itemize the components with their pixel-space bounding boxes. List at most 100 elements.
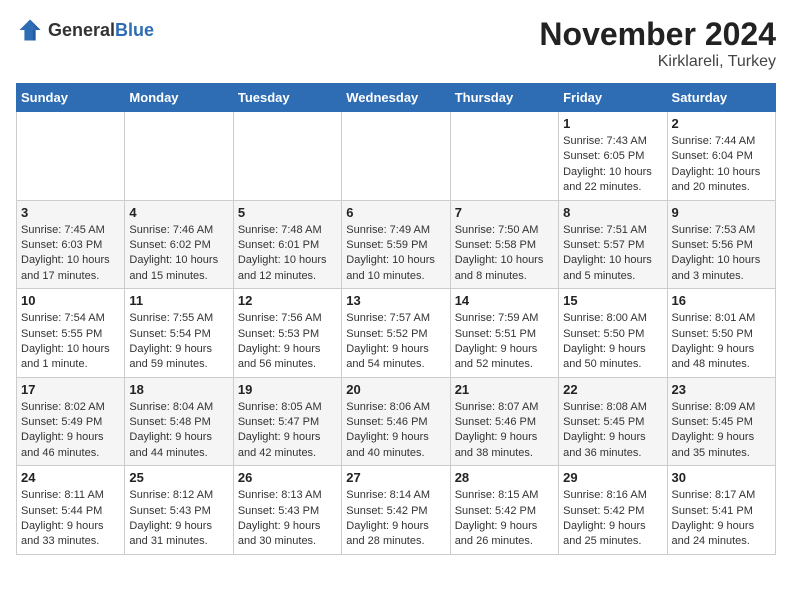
day-number: 7 — [455, 205, 554, 220]
day-info: Sunrise: 7:44 AMSunset: 6:04 PMDaylight:… — [672, 134, 771, 196]
day-number: 25 — [129, 470, 228, 485]
day-info: Sunrise: 8:08 AMSunset: 5:45 PMDaylight:… — [563, 400, 662, 462]
weekday-header: Thursday — [450, 84, 558, 112]
day-info: Sunrise: 7:54 AMSunset: 5:55 PMDaylight:… — [21, 311, 120, 373]
calendar-week-row: 3 Sunrise: 7:45 AMSunset: 6:03 PMDaylight… — [17, 200, 776, 289]
day-info: Sunrise: 7:56 AMSunset: 5:53 PMDaylight:… — [238, 311, 337, 373]
day-number: 11 — [129, 293, 228, 308]
day-number: 4 — [129, 205, 228, 220]
day-info: Sunrise: 8:00 AMSunset: 5:50 PMDaylight:… — [563, 311, 662, 373]
day-number: 8 — [563, 205, 662, 220]
calendar-cell: 10Sunrise: 7:54 AMSunset: 5:55 PMDayligh… — [17, 289, 125, 378]
day-number: 1 — [563, 116, 662, 131]
day-number: 23 — [672, 382, 771, 397]
day-number: 9 — [672, 205, 771, 220]
calendar-cell: 19 Sunrise: 8:05 AMSunset: 5:47 PMDayligh… — [233, 377, 341, 466]
day-info: Sunrise: 8:05 AMSunset: 5:47 PMDaylight:… — [238, 400, 337, 462]
calendar-cell — [233, 112, 341, 201]
calendar-week-row: 24 Sunrise: 8:11 AMSunset: 5:44 PMDayligh… — [17, 466, 776, 555]
calendar-cell: 9 Sunrise: 7:53 AMSunset: 5:56 PMDaylight… — [667, 200, 775, 289]
calendar-cell: 11 Sunrise: 7:55 AMSunset: 5:54 PMDayligh… — [125, 289, 233, 378]
calendar-cell: 25 Sunrise: 8:12 AMSunset: 5:43 PMDayligh… — [125, 466, 233, 555]
day-info: Sunrise: 8:06 AMSunset: 5:46 PMDaylight:… — [346, 400, 445, 462]
day-number: 16 — [672, 293, 771, 308]
logo-icon — [16, 16, 44, 44]
weekday-header: Friday — [559, 84, 667, 112]
day-number: 18 — [129, 382, 228, 397]
calendar-table: SundayMondayTuesdayWednesdayThursdayFrid… — [16, 83, 776, 555]
calendar-week-row: 17 Sunrise: 8:02 AMSunset: 5:49 PMDayligh… — [17, 377, 776, 466]
day-info: Sunrise: 8:16 AMSunset: 5:42 PMDaylight:… — [563, 488, 662, 550]
calendar-cell — [17, 112, 125, 201]
weekday-header: Wednesday — [342, 84, 450, 112]
calendar-cell: 22Sunrise: 8:08 AMSunset: 5:45 PMDayligh… — [559, 377, 667, 466]
day-info: Sunrise: 8:02 AMSunset: 5:49 PMDaylight:… — [21, 400, 120, 462]
title-block: November 2024 Kirklareli, Turkey — [539, 16, 776, 71]
day-number: 5 — [238, 205, 337, 220]
day-info: Sunrise: 8:11 AMSunset: 5:44 PMDaylight:… — [21, 488, 120, 550]
day-number: 13 — [346, 293, 445, 308]
day-number: 28 — [455, 470, 554, 485]
calendar-cell: 2Sunrise: 7:44 AMSunset: 6:04 PMDaylight… — [667, 112, 775, 201]
title-month: November 2024 — [539, 16, 776, 53]
weekday-header: Saturday — [667, 84, 775, 112]
calendar-cell: 3 Sunrise: 7:45 AMSunset: 6:03 PMDaylight… — [17, 200, 125, 289]
day-info: Sunrise: 7:50 AMSunset: 5:58 PMDaylight:… — [455, 223, 554, 285]
calendar-cell: 17 Sunrise: 8:02 AMSunset: 5:49 PMDayligh… — [17, 377, 125, 466]
day-number: 30 — [672, 470, 771, 485]
calendar-cell: 14Sunrise: 7:59 AMSunset: 5:51 PMDayligh… — [450, 289, 558, 378]
day-number: 29 — [563, 470, 662, 485]
day-number: 21 — [455, 382, 554, 397]
calendar-cell: 1 Sunrise: 7:43 AMSunset: 6:05 PMDaylight… — [559, 112, 667, 201]
calendar-week-row: 10Sunrise: 7:54 AMSunset: 5:55 PMDayligh… — [17, 289, 776, 378]
calendar-cell: 26Sunrise: 8:13 AMSunset: 5:43 PMDayligh… — [233, 466, 341, 555]
calendar-cell: 6 Sunrise: 7:49 AMSunset: 5:59 PMDaylight… — [342, 200, 450, 289]
day-number: 6 — [346, 205, 445, 220]
day-number: 3 — [21, 205, 120, 220]
day-info: Sunrise: 8:04 AMSunset: 5:48 PMDaylight:… — [129, 400, 228, 462]
day-info: Sunrise: 7:45 AMSunset: 6:03 PMDaylight:… — [21, 223, 120, 285]
weekday-header: Monday — [125, 84, 233, 112]
calendar-cell: 5Sunrise: 7:48 AMSunset: 6:01 PMDaylight… — [233, 200, 341, 289]
day-info: Sunrise: 7:53 AMSunset: 5:56 PMDaylight:… — [672, 223, 771, 285]
calendar-cell: 23 Sunrise: 8:09 AMSunset: 5:45 PMDayligh… — [667, 377, 775, 466]
day-number: 20 — [346, 382, 445, 397]
day-info: Sunrise: 7:46 AMSunset: 6:02 PMDaylight:… — [129, 223, 228, 285]
calendar-cell: 27Sunrise: 8:14 AMSunset: 5:42 PMDayligh… — [342, 466, 450, 555]
calendar-cell: 28 Sunrise: 8:15 AMSunset: 5:42 PMDayligh… — [450, 466, 558, 555]
calendar-cell: 30 Sunrise: 8:17 AMSunset: 5:41 PMDayligh… — [667, 466, 775, 555]
day-info: Sunrise: 7:51 AMSunset: 5:57 PMDaylight:… — [563, 223, 662, 285]
calendar-cell: 4 Sunrise: 7:46 AMSunset: 6:02 PMDaylight… — [125, 200, 233, 289]
calendar-cell: 8 Sunrise: 7:51 AMSunset: 5:57 PMDaylight… — [559, 200, 667, 289]
day-number: 19 — [238, 382, 337, 397]
day-number: 15 — [563, 293, 662, 308]
day-number: 24 — [21, 470, 120, 485]
calendar-week-row: 1 Sunrise: 7:43 AMSunset: 6:05 PMDaylight… — [17, 112, 776, 201]
logo: GeneralBlue — [16, 16, 154, 44]
calendar-cell: 21 Sunrise: 8:07 AMSunset: 5:46 PMDayligh… — [450, 377, 558, 466]
day-info: Sunrise: 8:13 AMSunset: 5:43 PMDaylight:… — [238, 488, 337, 550]
day-info: Sunrise: 8:09 AMSunset: 5:45 PMDaylight:… — [672, 400, 771, 462]
calendar-cell: 29 Sunrise: 8:16 AMSunset: 5:42 PMDayligh… — [559, 466, 667, 555]
day-info: Sunrise: 7:55 AMSunset: 5:54 PMDaylight:… — [129, 311, 228, 373]
calendar-cell: 15 Sunrise: 8:00 AMSunset: 5:50 PMDayligh… — [559, 289, 667, 378]
weekday-header: Sunday — [17, 84, 125, 112]
calendar-cell: 20 Sunrise: 8:06 AMSunset: 5:46 PMDayligh… — [342, 377, 450, 466]
day-info: Sunrise: 8:01 AMSunset: 5:50 PMDaylight:… — [672, 311, 771, 373]
day-info: Sunrise: 8:17 AMSunset: 5:41 PMDaylight:… — [672, 488, 771, 550]
day-info: Sunrise: 7:59 AMSunset: 5:51 PMDaylight:… — [455, 311, 554, 373]
day-number: 17 — [21, 382, 120, 397]
calendar-cell — [342, 112, 450, 201]
calendar-cell: 12 Sunrise: 7:56 AMSunset: 5:53 PMDayligh… — [233, 289, 341, 378]
day-number: 27 — [346, 470, 445, 485]
day-info: Sunrise: 8:12 AMSunset: 5:43 PMDaylight:… — [129, 488, 228, 550]
day-number: 12 — [238, 293, 337, 308]
calendar-cell — [125, 112, 233, 201]
logo-text: GeneralBlue — [48, 20, 154, 41]
day-info: Sunrise: 7:43 AMSunset: 6:05 PMDaylight:… — [563, 134, 662, 196]
calendar-cell: 18 Sunrise: 8:04 AMSunset: 5:48 PMDayligh… — [125, 377, 233, 466]
day-info: Sunrise: 8:07 AMSunset: 5:46 PMDaylight:… — [455, 400, 554, 462]
day-info: Sunrise: 8:15 AMSunset: 5:42 PMDaylight:… — [455, 488, 554, 550]
day-info: Sunrise: 7:49 AMSunset: 5:59 PMDaylight:… — [346, 223, 445, 285]
page-header: GeneralBlue November 2024 Kirklareli, Tu… — [16, 16, 776, 71]
